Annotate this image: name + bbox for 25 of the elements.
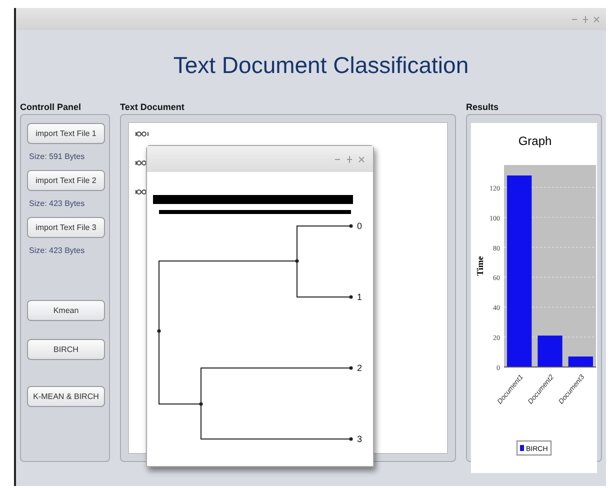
algorithm-button[interactable]: K-MEAN & BIRCH: [27, 386, 105, 407]
close-icon[interactable]: [358, 156, 365, 162]
import-button[interactable]: import Text File 3: [27, 217, 105, 238]
file-size-label: Size: 591 Bytes: [29, 152, 86, 161]
panel-label: Results: [466, 101, 500, 114]
glyph-icon: [135, 131, 149, 137]
panel-label: Text Document: [120, 101, 186, 114]
algorithm-button[interactable]: BIRCH: [27, 339, 105, 360]
close-icon[interactable]: [593, 16, 600, 22]
window-title: Text Document Classification: [173, 52, 469, 78]
axis-label: Time: [475, 256, 485, 276]
panel-label: Controll Panel: [20, 101, 82, 114]
file-size-label: Size: 423 Bytes: [29, 199, 86, 208]
leaf-label: 3: [357, 434, 362, 444]
import-button[interactable]: import Text File 1: [27, 123, 105, 144]
leaf-label: 2: [357, 363, 362, 373]
file-size-label: Size: 423 Bytes: [29, 246, 86, 255]
bar: [538, 336, 562, 367]
import-button[interactable]: import Text File 2: [27, 170, 105, 191]
leaf-label: 0: [357, 221, 362, 231]
chart-title: Graph: [518, 134, 552, 148]
maximize-icon[interactable]: [346, 156, 353, 162]
leaf-label: 1: [357, 292, 362, 302]
algorithm-button[interactable]: Kmean: [27, 300, 105, 321]
maximize-icon[interactable]: [582, 16, 589, 22]
